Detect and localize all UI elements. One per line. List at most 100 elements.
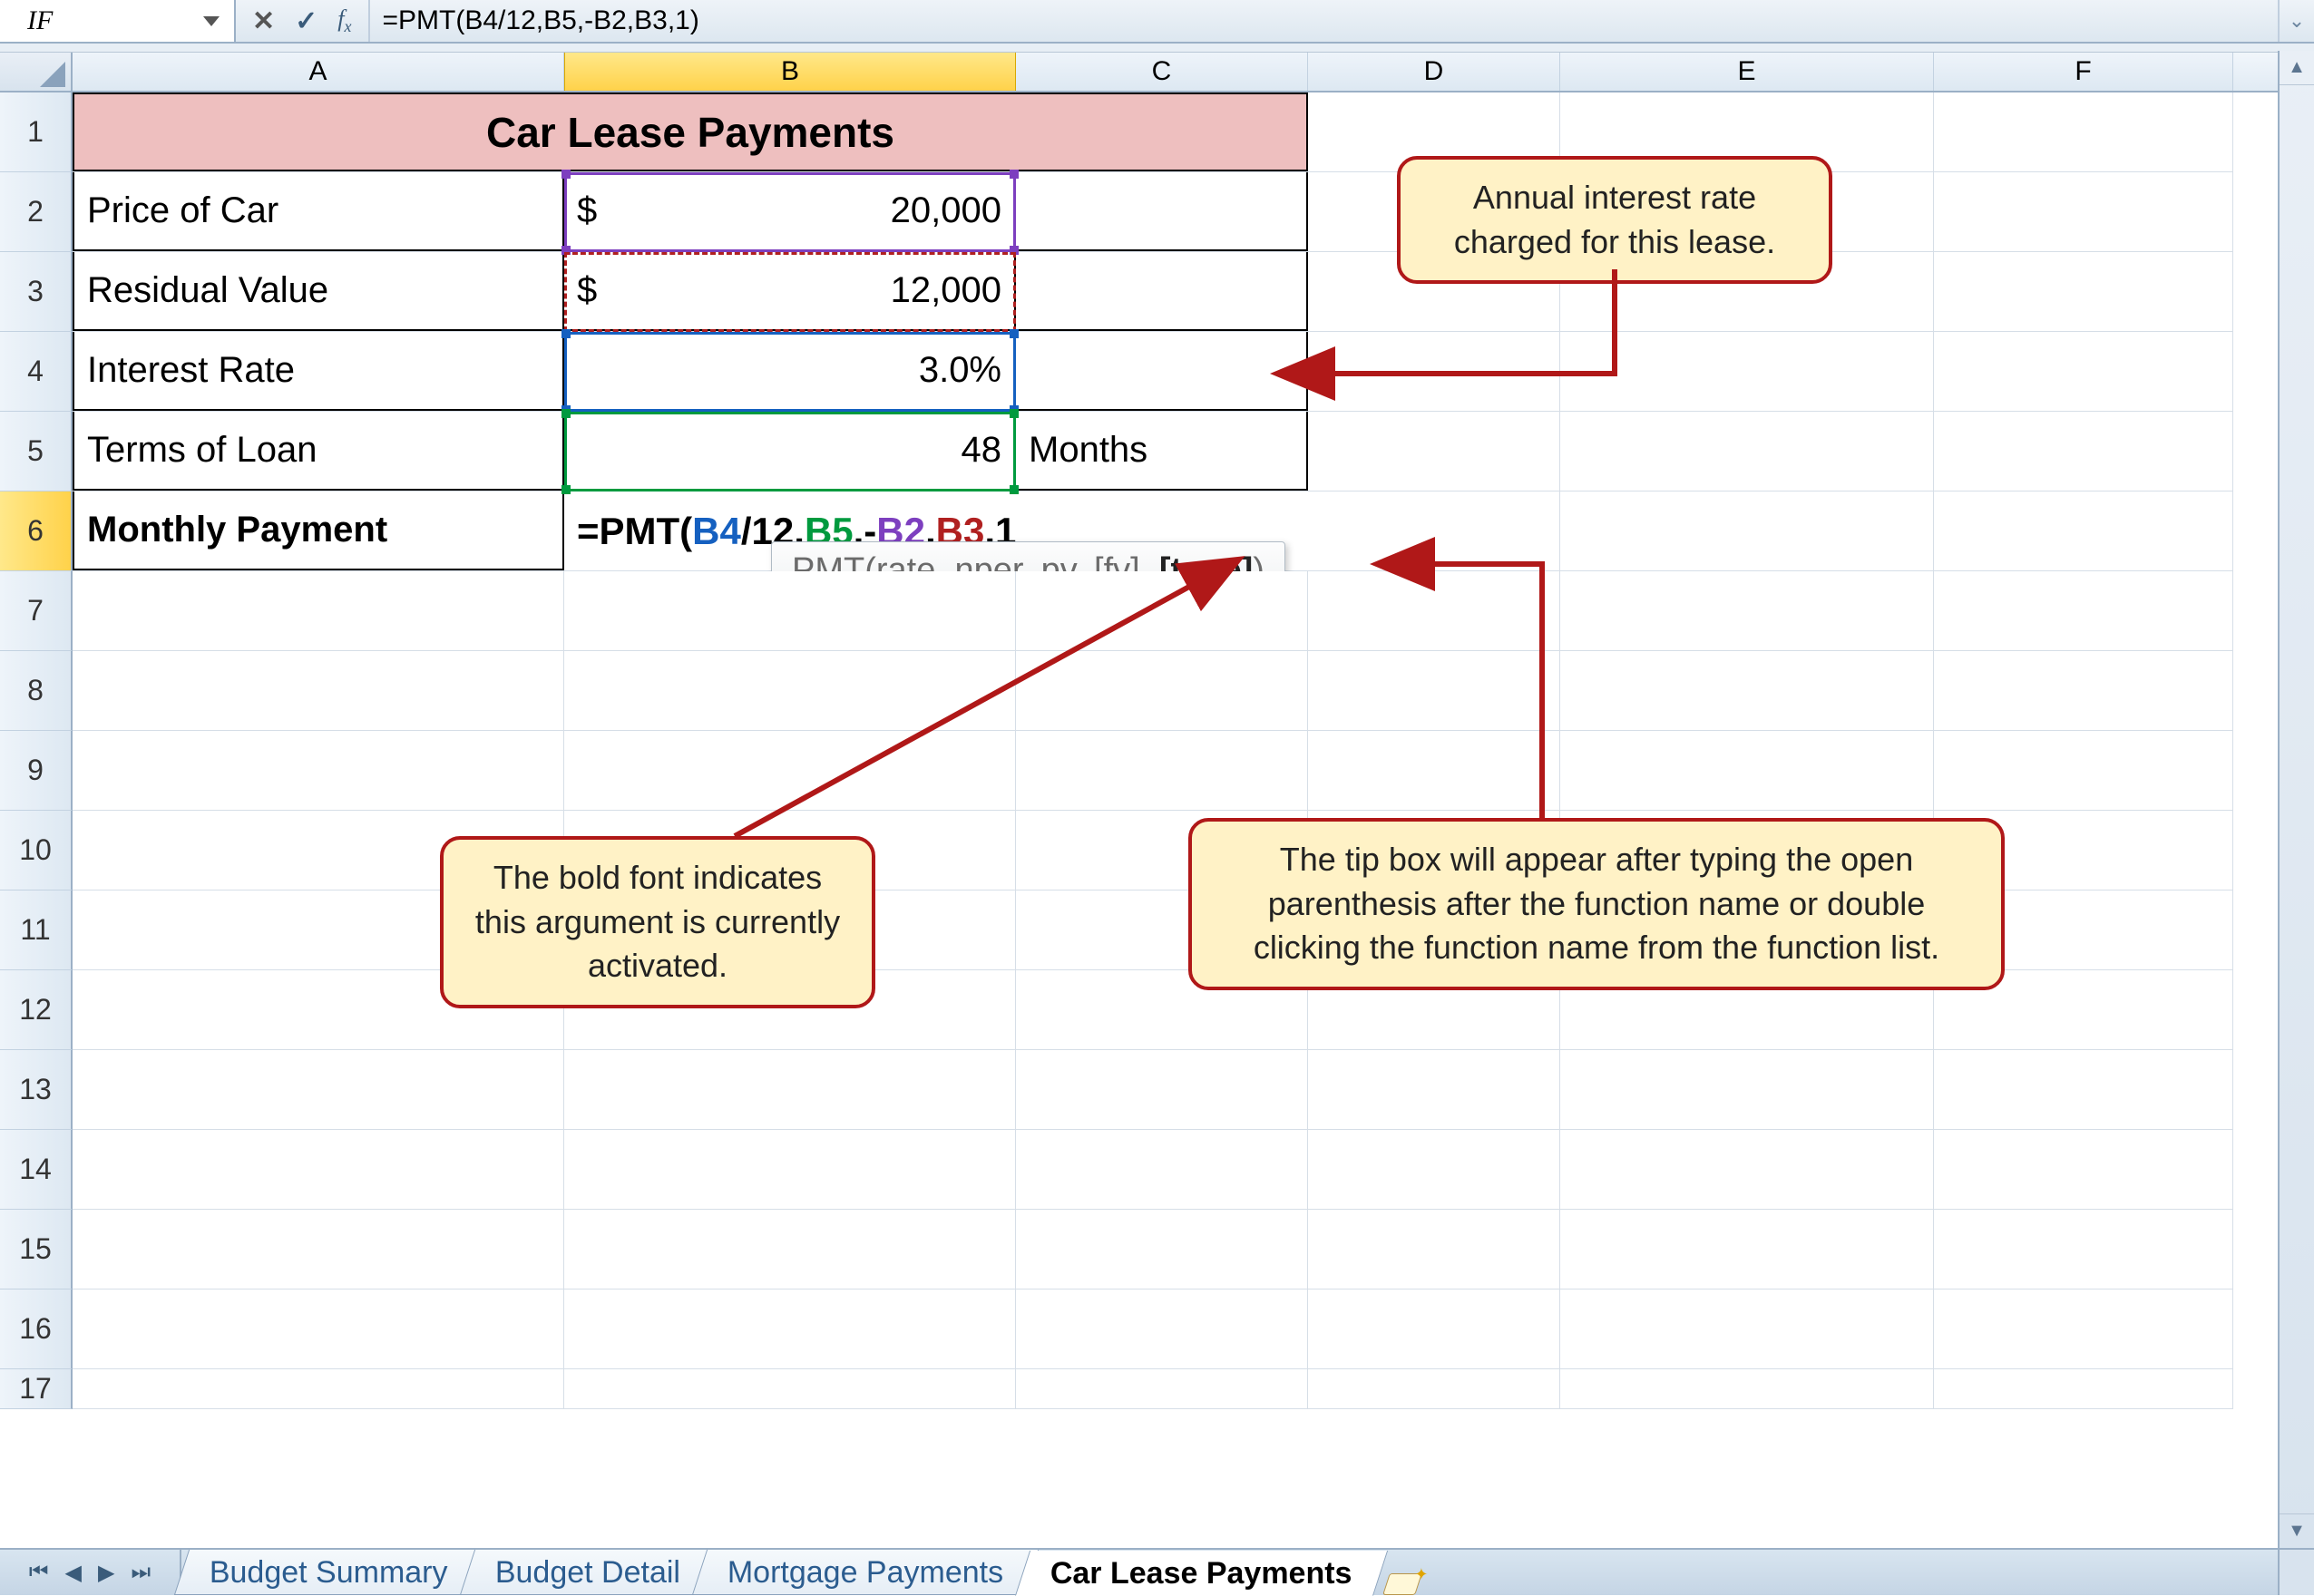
- formula-bar-expand-icon[interactable]: ⌄: [2278, 0, 2314, 42]
- cell-c14[interactable]: [1016, 1130, 1308, 1209]
- sheet-nav-next-icon[interactable]: ▶: [98, 1560, 114, 1586]
- cell-b14[interactable]: [564, 1130, 1016, 1209]
- cell-e17[interactable]: [1560, 1369, 1934, 1408]
- row-header-3[interactable]: 3: [0, 252, 73, 332]
- cell-b16[interactable]: [564, 1289, 1016, 1368]
- row-header-17[interactable]: 17: [0, 1369, 73, 1409]
- cell-b8[interactable]: [564, 651, 1016, 730]
- row-header-13[interactable]: 13: [0, 1050, 73, 1130]
- row-header-14[interactable]: 14: [0, 1130, 73, 1210]
- cell-f9[interactable]: [1934, 731, 2233, 810]
- row-header-2[interactable]: 2: [0, 172, 73, 252]
- cell-d14[interactable]: [1308, 1130, 1560, 1209]
- col-header-f[interactable]: F: [1934, 53, 2233, 91]
- select-all-corner[interactable]: [0, 53, 73, 91]
- name-box-dropdown-icon[interactable]: [203, 16, 220, 26]
- cell-e5[interactable]: [1560, 412, 1934, 491]
- cell-a8[interactable]: [73, 651, 564, 730]
- title-cell[interactable]: Car Lease Payments: [73, 92, 1308, 171]
- vertical-scrollbar[interactable]: ▲ ▼: [2278, 51, 2314, 1548]
- cell-e7[interactable]: [1560, 571, 1934, 650]
- cell-e15[interactable]: [1560, 1210, 1934, 1289]
- cell-e13[interactable]: [1560, 1050, 1934, 1129]
- cell-a7[interactable]: [73, 571, 564, 650]
- row-header-16[interactable]: 16: [0, 1289, 73, 1369]
- row-header-11[interactable]: 11: [0, 890, 73, 970]
- cell-c5[interactable]: Months: [1016, 412, 1308, 491]
- cell-a16[interactable]: [73, 1289, 564, 1368]
- cell-d4[interactable]: [1308, 332, 1560, 411]
- new-sheet-icon[interactable]: [1382, 1573, 1422, 1595]
- cell-b7[interactable]: [564, 571, 1016, 650]
- cell-c15[interactable]: [1016, 1210, 1308, 1289]
- cell-e9[interactable]: [1560, 731, 1934, 810]
- cell-e4[interactable]: [1560, 332, 1934, 411]
- cell-a2[interactable]: Price of Car: [73, 172, 564, 251]
- cell-a5[interactable]: Terms of Loan: [73, 412, 564, 491]
- scroll-down-icon[interactable]: ▼: [2280, 1513, 2314, 1548]
- row-header-10[interactable]: 10: [0, 811, 73, 890]
- cell-c2[interactable]: [1016, 172, 1308, 251]
- cell-b13[interactable]: [564, 1050, 1016, 1129]
- cell-c17[interactable]: [1016, 1369, 1308, 1408]
- cell-a9[interactable]: [73, 731, 564, 810]
- cell-d16[interactable]: [1308, 1289, 1560, 1368]
- cell-a6[interactable]: Monthly Payment: [73, 491, 564, 570]
- cell-f8[interactable]: [1934, 651, 2233, 730]
- cell-f16[interactable]: [1934, 1289, 2233, 1368]
- cell-e8[interactable]: [1560, 651, 1934, 730]
- cell-f17[interactable]: [1934, 1369, 2233, 1408]
- cell-f13[interactable]: [1934, 1050, 2233, 1129]
- row-header-9[interactable]: 9: [0, 731, 73, 811]
- cell-f3[interactable]: [1934, 252, 2233, 331]
- row-header-4[interactable]: 4: [0, 332, 73, 412]
- cell-e16[interactable]: [1560, 1289, 1934, 1368]
- cell-d17[interactable]: [1308, 1369, 1560, 1408]
- tab-budget-summary[interactable]: Budget Summary: [174, 1550, 483, 1595]
- cell-b17[interactable]: [564, 1369, 1016, 1408]
- cell-c9[interactable]: [1016, 731, 1308, 810]
- row-header-12[interactable]: 12: [0, 970, 73, 1050]
- cell-d7[interactable]: [1308, 571, 1560, 650]
- sheet-nav-first-icon[interactable]: ⏮: [29, 1560, 49, 1585]
- cell-b3[interactable]: $12,000: [564, 252, 1016, 331]
- cell-b15[interactable]: [564, 1210, 1016, 1289]
- cell-f5[interactable]: [1934, 412, 2233, 491]
- cancel-icon[interactable]: ✕: [252, 5, 275, 37]
- cell-c13[interactable]: [1016, 1050, 1308, 1129]
- row-header-8[interactable]: 8: [0, 651, 73, 731]
- cell-b4[interactable]: 3.0%: [564, 332, 1016, 411]
- enter-icon[interactable]: ✓: [295, 5, 317, 37]
- col-header-e[interactable]: E: [1560, 53, 1934, 91]
- cell-a17[interactable]: [73, 1369, 564, 1408]
- col-header-d[interactable]: D: [1308, 53, 1560, 91]
- col-header-b[interactable]: B: [564, 53, 1016, 91]
- cell-e6[interactable]: [1560, 491, 1934, 570]
- cell-c16[interactable]: [1016, 1289, 1308, 1368]
- tab-mortgage-payments[interactable]: Mortgage Payments: [692, 1550, 1040, 1595]
- cell-e14[interactable]: [1560, 1130, 1934, 1209]
- cell-a13[interactable]: [73, 1050, 564, 1129]
- cell-a15[interactable]: [73, 1210, 564, 1289]
- row-header-1[interactable]: 1: [0, 92, 73, 172]
- cell-f6[interactable]: [1934, 491, 2233, 570]
- tab-budget-detail[interactable]: Budget Detail: [460, 1550, 716, 1595]
- tab-car-lease-payments[interactable]: Car Lease Payments: [1015, 1551, 1388, 1596]
- cell-a3[interactable]: Residual Value: [73, 252, 564, 331]
- cell-d8[interactable]: [1308, 651, 1560, 730]
- scroll-up-icon[interactable]: ▲: [2280, 51, 2314, 85]
- cell-c4[interactable]: [1016, 332, 1308, 411]
- cell-d6[interactable]: [1308, 491, 1560, 570]
- formula-input[interactable]: =PMT(B4/12,B5,-B2,B3,1): [370, 5, 2278, 36]
- cell-f14[interactable]: [1934, 1130, 2233, 1209]
- cell-f1[interactable]: [1934, 92, 2233, 171]
- insert-function-icon[interactable]: fx: [337, 5, 351, 36]
- name-box[interactable]: IF: [0, 0, 236, 42]
- cell-f7[interactable]: [1934, 571, 2233, 650]
- cell-d15[interactable]: [1308, 1210, 1560, 1289]
- cell-a14[interactable]: [73, 1130, 564, 1209]
- cell-d13[interactable]: [1308, 1050, 1560, 1129]
- cell-b2[interactable]: $20,000: [564, 172, 1016, 251]
- cell-f4[interactable]: [1934, 332, 2233, 411]
- cell-b9[interactable]: [564, 731, 1016, 810]
